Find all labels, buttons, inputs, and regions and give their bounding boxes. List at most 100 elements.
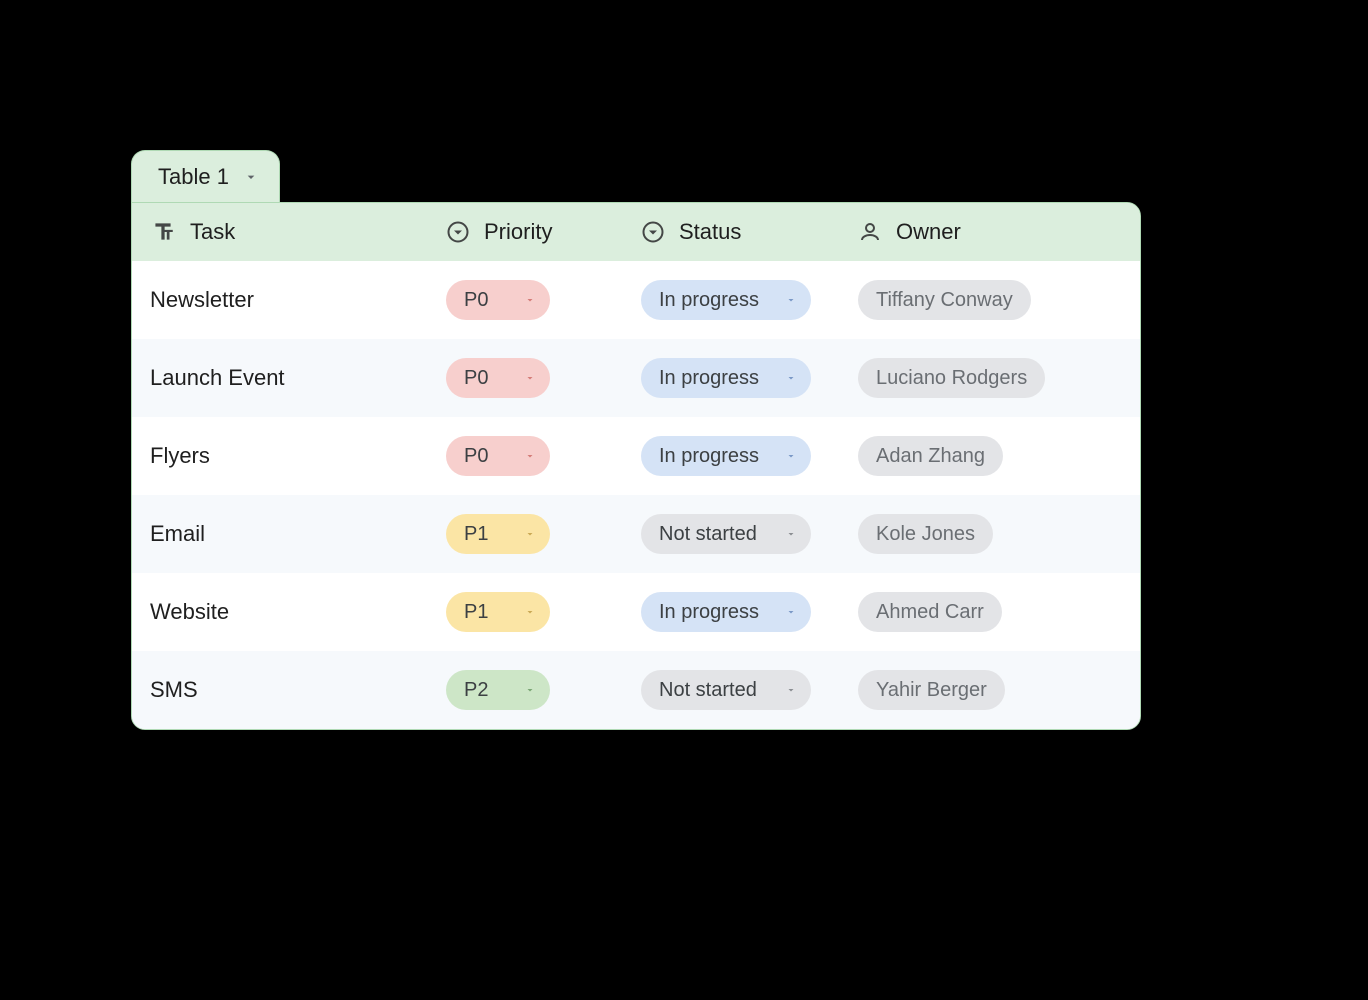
column-header-task[interactable]: Task	[132, 203, 428, 261]
task-cell[interactable]: Newsletter	[132, 261, 428, 339]
status-cell: In progress	[623, 573, 840, 651]
status-chip[interactable]: In progress	[641, 592, 811, 632]
owner-label: Tiffany Conway	[876, 289, 1013, 312]
priority-cell: P0	[428, 261, 623, 339]
status-chip[interactable]: In progress	[641, 436, 811, 476]
table-tab-label: Table 1	[158, 164, 229, 190]
dropdown-circle-icon	[446, 220, 470, 244]
task-text: Website	[150, 599, 229, 625]
task-text: SMS	[150, 677, 198, 703]
priority-chip[interactable]: P2	[446, 670, 550, 710]
priority-cell: P0	[428, 417, 623, 495]
owner-cell: Adan Zhang	[840, 417, 1140, 495]
column-header-owner[interactable]: Owner	[840, 203, 1140, 261]
status-cell: In progress	[623, 339, 840, 417]
chevron-down-icon	[773, 684, 811, 696]
chevron-down-icon	[773, 372, 811, 384]
status-label: Not started	[641, 679, 757, 702]
task-text: Newsletter	[150, 287, 254, 313]
owner-label: Kole Jones	[876, 523, 975, 546]
owner-cell: Kole Jones	[840, 495, 1140, 573]
chevron-down-icon	[512, 450, 550, 462]
table-body: Newsletter P0 In progress Tiffany Conway L…	[132, 261, 1140, 729]
chevron-down-icon	[512, 528, 550, 540]
task-text: Email	[150, 521, 205, 547]
table-tab[interactable]: Table 1	[131, 150, 280, 202]
table-row: Launch Event P0 In progress Luciano Rodge…	[132, 339, 1140, 417]
owner-label: Ahmed Carr	[876, 601, 984, 624]
table-header-row: Task Priority Status Owner	[132, 203, 1140, 261]
priority-chip[interactable]: P1	[446, 514, 550, 554]
chevron-down-icon	[773, 450, 811, 462]
task-cell[interactable]: Email	[132, 495, 428, 573]
status-cell: In progress	[623, 261, 840, 339]
owner-cell: Ahmed Carr	[840, 573, 1140, 651]
data-table: Task Priority Status Owner	[131, 202, 1141, 730]
task-cell[interactable]: SMS	[132, 651, 428, 729]
status-label: In progress	[641, 601, 759, 624]
priority-label: P0	[446, 445, 488, 468]
owner-label: Yahir Berger	[876, 679, 987, 702]
column-header-label: Priority	[484, 219, 552, 245]
priority-label: P0	[446, 289, 488, 312]
task-cell[interactable]: Launch Event	[132, 339, 428, 417]
status-chip[interactable]: Not started	[641, 514, 811, 554]
priority-cell: P2	[428, 651, 623, 729]
column-header-status[interactable]: Status	[623, 203, 840, 261]
priority-chip[interactable]: P0	[446, 358, 550, 398]
task-cell[interactable]: Website	[132, 573, 428, 651]
chevron-down-icon	[512, 684, 550, 696]
owner-label: Adan Zhang	[876, 445, 985, 468]
status-label: In progress	[641, 445, 759, 468]
task-text: Launch Event	[150, 365, 285, 391]
status-cell: Not started	[623, 495, 840, 573]
chevron-down-icon	[512, 294, 550, 306]
priority-label: P1	[446, 523, 488, 546]
owner-chip[interactable]: Kole Jones	[858, 514, 993, 554]
owner-chip[interactable]: Ahmed Carr	[858, 592, 1002, 632]
priority-label: P0	[446, 367, 488, 390]
owner-chip[interactable]: Luciano Rodgers	[858, 358, 1045, 398]
owner-cell: Yahir Berger	[840, 651, 1140, 729]
chevron-down-icon	[512, 372, 550, 384]
table-row: SMS P2 Not started Yahir Berger	[132, 651, 1140, 729]
status-cell: Not started	[623, 651, 840, 729]
table-row: Flyers P0 In progress Adan Zhang	[132, 417, 1140, 495]
task-text: Flyers	[150, 443, 210, 469]
owner-cell: Luciano Rodgers	[840, 339, 1140, 417]
priority-label: P2	[446, 679, 488, 702]
status-label: In progress	[641, 289, 759, 312]
dropdown-circle-icon	[641, 220, 665, 244]
priority-cell: P1	[428, 495, 623, 573]
table-row: Email P1 Not started Kole Jones	[132, 495, 1140, 573]
status-chip[interactable]: In progress	[641, 280, 811, 320]
status-chip[interactable]: In progress	[641, 358, 811, 398]
owner-cell: Tiffany Conway	[840, 261, 1140, 339]
status-chip[interactable]: Not started	[641, 670, 811, 710]
owner-chip[interactable]: Adan Zhang	[858, 436, 1003, 476]
chevron-down-icon	[773, 606, 811, 618]
priority-label: P1	[446, 601, 488, 624]
person-icon	[858, 220, 882, 244]
chevron-down-icon	[773, 294, 811, 306]
priority-chip[interactable]: P0	[446, 436, 550, 476]
priority-chip[interactable]: P1	[446, 592, 550, 632]
table-row: Website P1 In progress Ahmed Carr	[132, 573, 1140, 651]
column-header-label: Status	[679, 219, 741, 245]
status-label: Not started	[641, 523, 757, 546]
owner-label: Luciano Rodgers	[876, 367, 1027, 390]
owner-chip[interactable]: Tiffany Conway	[858, 280, 1031, 320]
priority-chip[interactable]: P0	[446, 280, 550, 320]
column-header-label: Task	[190, 219, 235, 245]
owner-chip[interactable]: Yahir Berger	[858, 670, 1005, 710]
chevron-down-icon	[512, 606, 550, 618]
priority-cell: P0	[428, 339, 623, 417]
status-cell: In progress	[623, 417, 840, 495]
table-row: Newsletter P0 In progress Tiffany Conway	[132, 261, 1140, 339]
priority-cell: P1	[428, 573, 623, 651]
column-header-priority[interactable]: Priority	[428, 203, 623, 261]
chevron-down-icon	[773, 528, 811, 540]
column-header-label: Owner	[896, 219, 961, 245]
text-format-icon	[150, 219, 176, 245]
task-cell[interactable]: Flyers	[132, 417, 428, 495]
